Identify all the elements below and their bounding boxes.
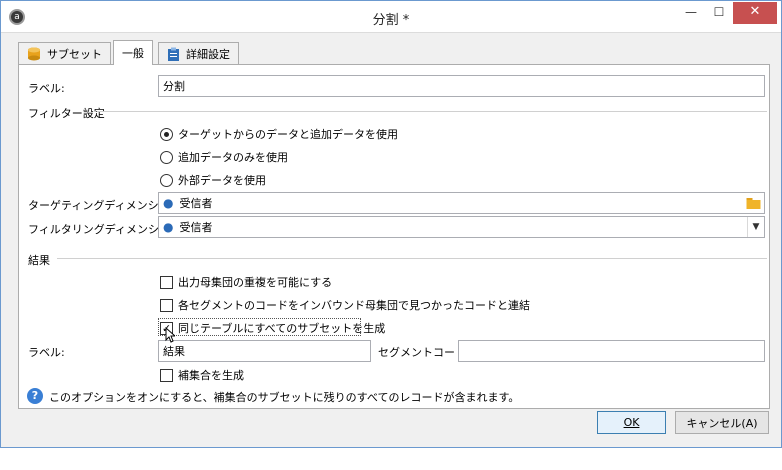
checkbox-same-table[interactable]: ✓ 同じテーブルにすべてのサブセットを生成: [160, 320, 385, 336]
result-section-title: 結果: [28, 254, 50, 267]
result-label-caption: ラベル:: [28, 346, 65, 359]
filtering-dimension-select[interactable]: ● 受信者 ▼: [158, 216, 765, 238]
filter-section-title: フィルター設定: [28, 107, 105, 120]
ok-button-label: OK: [623, 416, 640, 429]
close-icon[interactable]: ✕: [733, 2, 777, 24]
targeting-dimension-field[interactable]: ● 受信者: [158, 192, 765, 214]
user-icon: ●: [163, 220, 174, 234]
targeting-dimension-value: 受信者: [179, 197, 213, 210]
tab-subsets[interactable]: サブセット: [18, 42, 111, 64]
mouse-cursor-icon: [165, 327, 175, 343]
checkbox-concatenate-codes[interactable]: 各セグメントのコードをインバウンド母集団で見つかったコードと連結: [160, 297, 530, 313]
label-input-value: 分割: [163, 80, 185, 93]
label-input[interactable]: 分割: [158, 75, 765, 97]
title-bar: a 分割 * — ☐ ✕: [1, 1, 781, 33]
section-divider: [57, 258, 767, 259]
checkbox-label: 各セグメントのコードをインバウンド母集団で見つかったコードと連結: [178, 299, 530, 312]
radio-button[interactable]: [160, 173, 173, 187]
chevron-down-icon[interactable]: ▼: [747, 217, 764, 237]
label-caption: ラベル:: [28, 82, 65, 95]
checkbox-generate-complement[interactable]: 補集合を生成: [160, 367, 244, 383]
filtering-dimension-value: 受信者: [179, 221, 213, 234]
radio-external-data[interactable]: 外部データを使用: [160, 172, 266, 188]
checkbox-label: 出力母集団の重複を可能にする: [178, 276, 333, 289]
tab-subsets-label: サブセット: [47, 47, 102, 61]
tab-general-label: 一般: [122, 47, 144, 60]
minimize-icon[interactable]: —: [677, 2, 705, 24]
info-text: このオプションをオンにすると、補集合のサブセットに残りのすべてのレコードが含まれ…: [49, 391, 520, 404]
ok-button[interactable]: OK: [597, 411, 666, 434]
maximize-icon[interactable]: ☐: [705, 2, 733, 24]
result-label-value: 結果: [163, 345, 185, 358]
checkbox[interactable]: [160, 368, 173, 382]
segment-code-caption: セグメントコード:: [378, 346, 470, 359]
section-divider: [97, 111, 767, 112]
radio-label: 追加データのみを使用: [178, 151, 288, 164]
checkbox[interactable]: [160, 298, 173, 312]
checkbox-label: 補集合を生成: [178, 369, 244, 382]
radio-label: ターゲットからのデータと追加データを使用: [178, 128, 398, 141]
radio-button[interactable]: [160, 127, 173, 141]
radio-label: 外部データを使用: [178, 174, 266, 187]
radio-target-and-additional[interactable]: ターゲットからのデータと追加データを使用: [160, 126, 398, 142]
segment-code-input[interactable]: [458, 340, 765, 362]
cancel-button[interactable]: キャンセル(A): [675, 411, 769, 434]
checkbox-label: 同じテーブルにすべてのサブセットを生成: [178, 322, 386, 335]
dialog-window: a 分割 * — ☐ ✕ サブセット 一般 詳細設定 ラベル: 分割 フィルター…: [0, 0, 782, 448]
tab-general[interactable]: 一般: [113, 40, 153, 65]
user-icon: ●: [163, 196, 174, 210]
radio-button[interactable]: [160, 150, 173, 164]
info-icon: ?: [27, 388, 43, 404]
radio-additional-only[interactable]: 追加データのみを使用: [160, 149, 288, 165]
cancel-button-label: キャンセル(A): [686, 416, 758, 430]
result-label-input[interactable]: 結果: [158, 340, 371, 362]
database-icon: [28, 47, 40, 60]
tab-advanced-label: 詳細設定: [186, 47, 230, 61]
clipboard-icon: [168, 47, 179, 61]
checkbox[interactable]: [160, 275, 173, 289]
window-title: 分割 *: [372, 13, 410, 28]
tab-advanced[interactable]: 詳細設定: [158, 42, 239, 64]
checkbox-allow-duplicates[interactable]: 出力母集団の重複を可能にする: [160, 274, 332, 290]
folder-icon[interactable]: [746, 196, 761, 210]
